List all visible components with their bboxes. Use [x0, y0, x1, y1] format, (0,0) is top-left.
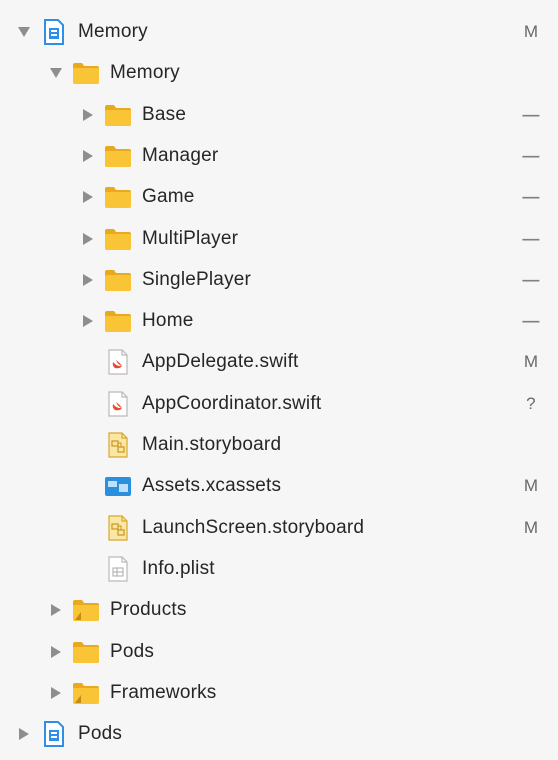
- source-control-status: —: [522, 104, 540, 124]
- folder-icon: [104, 226, 132, 252]
- navigator-item-singleplayer[interactable]: SinglePlayer —: [0, 260, 558, 300]
- navigator-item-info-plist[interactable]: Info.plist: [0, 549, 558, 589]
- source-control-status: M: [523, 476, 539, 496]
- navigator-item-label: Info.plist: [142, 557, 215, 579]
- navigator-item-label: LaunchScreen.storyboard: [142, 516, 365, 538]
- disclosure-collapsed-icon[interactable]: [46, 600, 66, 620]
- navigator-item-memory[interactable]: Memory: [0, 53, 558, 93]
- project-icon: [40, 19, 68, 45]
- navigator-item-manager[interactable]: Manager —: [0, 136, 558, 176]
- source-control-status: —: [522, 311, 540, 331]
- navigator-item-label: Base: [142, 103, 187, 125]
- swift-file-icon: [104, 349, 132, 375]
- navigator-item-appcoordinator-swift[interactable]: AppCoordinator.swift?: [0, 384, 558, 424]
- navigator-item-label: Frameworks: [110, 681, 217, 703]
- disclosure-collapsed-icon[interactable]: [46, 642, 66, 662]
- plist-file-icon: [104, 556, 132, 582]
- disclosure-collapsed-icon[interactable]: [78, 187, 98, 207]
- navigator-item-label: Pods: [78, 723, 123, 745]
- navigator-item-label: Products: [110, 599, 187, 621]
- source-control-status: —: [522, 269, 540, 289]
- disclosure-collapsed-icon[interactable]: [78, 270, 98, 290]
- disclosure-expanded-icon[interactable]: [14, 22, 34, 42]
- navigator-item-game[interactable]: Game —: [0, 177, 558, 217]
- folder-icon: [72, 639, 100, 665]
- navigator-item-appdelegate-swift[interactable]: AppDelegate.swift M: [0, 342, 558, 382]
- source-control-status: —: [522, 228, 540, 248]
- storyboard-file-icon: [104, 514, 132, 541]
- folder-icon: [104, 308, 132, 334]
- source-control-status: —: [522, 187, 540, 207]
- swift-file-icon: [104, 391, 132, 417]
- storyboard-file-icon: [104, 432, 132, 458]
- source-control-status: M: [523, 517, 539, 537]
- folder-icon: [104, 102, 132, 128]
- disclosure-collapsed-icon[interactable]: [78, 229, 98, 249]
- project-icon: [40, 721, 68, 748]
- disclosure-expanded-icon[interactable]: [46, 63, 66, 83]
- navigator-item-label: Memory: [110, 62, 180, 84]
- source-control-status: M: [523, 352, 539, 372]
- navigator-item-home[interactable]: Home —: [0, 301, 558, 341]
- navigator-item-label: Game: [142, 186, 195, 208]
- project-navigator: Memory M Memory Base — Manager — Game — MultiPlay…: [0, 0, 558, 760]
- disclosure-collapsed-icon[interactable]: [14, 724, 34, 744]
- navigator-item-base[interactable]: Base —: [0, 95, 558, 135]
- disclosure-collapsed-icon[interactable]: [78, 311, 98, 331]
- folder-icon: [104, 267, 132, 293]
- navigator-item-label: Memory: [78, 21, 148, 42]
- frameworks-folder-icon: [72, 680, 100, 706]
- navigator-item-assets-xcassets[interactable]: Assets.xcassets M: [0, 466, 558, 506]
- navigator-item-label: Manager: [142, 144, 219, 166]
- navigator-item-label: Assets.xcassets: [142, 475, 282, 497]
- navigator-item-memory[interactable]: Memory M: [0, 12, 558, 52]
- products-folder-icon: [72, 597, 100, 623]
- navigator-item-pods[interactable]: Pods: [0, 714, 558, 754]
- navigator-item-frameworks[interactable]: Frameworks: [0, 673, 558, 713]
- source-control-status: M: [523, 22, 539, 41]
- navigator-item-label: SinglePlayer: [142, 268, 252, 290]
- navigator-item-launchscreen-storyboard[interactable]: LaunchScreen.storyboard M: [0, 508, 558, 548]
- folder-icon: [104, 184, 132, 210]
- folder-icon: [104, 143, 132, 169]
- navigator-item-label: Main.storyboard: [142, 434, 282, 455]
- navigator-item-label: AppDelegate.swift: [142, 351, 299, 373]
- disclosure-collapsed-icon[interactable]: [78, 105, 98, 125]
- folder-icon: [72, 60, 100, 86]
- navigator-item-label: Home: [142, 310, 194, 332]
- asset-catalog-icon: [104, 473, 132, 499]
- source-control-status: —: [522, 145, 540, 165]
- navigator-item-pods[interactable]: Pods: [0, 632, 558, 672]
- source-control-status: ?: [526, 393, 536, 413]
- disclosure-collapsed-icon[interactable]: [78, 146, 98, 166]
- navigator-item-multiplayer[interactable]: MultiPlayer —: [0, 219, 558, 259]
- navigator-item-label: AppCoordinator.swift: [142, 392, 322, 414]
- disclosure-collapsed-icon[interactable]: [46, 683, 66, 703]
- navigator-item-label: Pods: [110, 640, 155, 662]
- navigator-item-label: MultiPlayer: [142, 227, 239, 249]
- navigator-item-main-storyboard[interactable]: Main.storyboard: [0, 425, 558, 465]
- navigator-item-products[interactable]: Products: [0, 590, 558, 630]
